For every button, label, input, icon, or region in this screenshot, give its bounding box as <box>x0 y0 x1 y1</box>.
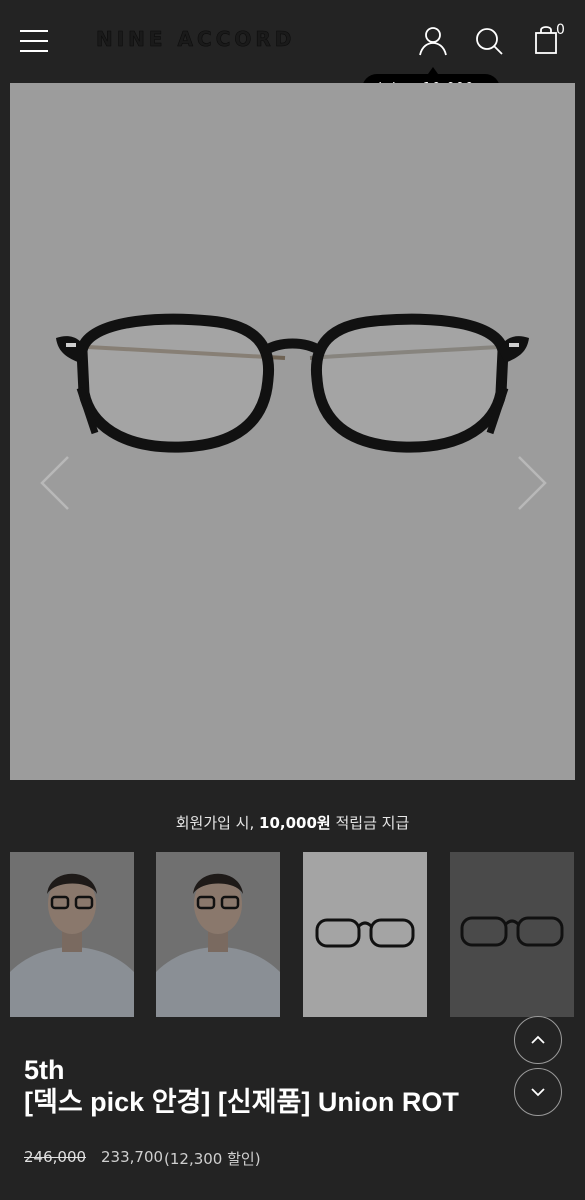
glasses-photo <box>315 918 415 948</box>
promo-suffix: 적립금 지급 <box>330 814 410 832</box>
next-image-arrow[interactable] <box>515 453 549 513</box>
brand-logo[interactable]: NINE ACCORD <box>96 27 295 52</box>
signup-promo-text: 회원가입 시, 10,000원 적립금 지급 <box>0 812 585 833</box>
glasses-image <box>56 313 529 453</box>
model-photo <box>10 852 134 1017</box>
thumbnail-glasses-dark[interactable] <box>450 852 574 1017</box>
thumbnail-glasses-light[interactable] <box>303 852 427 1017</box>
scroll-up-button[interactable] <box>514 1016 562 1064</box>
thumbnail-model-2[interactable] <box>156 852 280 1017</box>
scroll-down-button[interactable] <box>514 1068 562 1116</box>
product-title-line1: 5th <box>24 1055 65 1085</box>
product-title-line2: [덱스 pick 안경] [신제품] Union ROT <box>24 1087 459 1117</box>
user-icon[interactable] <box>416 24 450 58</box>
promo-prefix: 회원가입 시, <box>175 814 260 832</box>
model-photo <box>156 852 280 1017</box>
discount-amount: (12,300 할인) <box>164 1150 261 1168</box>
header: NINE ACCORD 0 <box>0 0 585 82</box>
tooltip-arrow <box>428 67 438 74</box>
thumbnail-model-1[interactable] <box>10 852 134 1017</box>
cart-count-badge: 0 <box>556 22 565 38</box>
search-icon[interactable] <box>472 24 506 58</box>
chevron-down-icon <box>531 1088 545 1097</box>
promo-amount: 10,000원 <box>259 814 331 832</box>
chevron-up-icon <box>531 1035 545 1044</box>
product-title: 5th [덱스 pick 안경] [신제품] Union ROT <box>24 1054 504 1118</box>
menu-icon[interactable] <box>20 28 50 54</box>
previous-image-arrow[interactable] <box>38 453 72 513</box>
glasses-photo <box>460 916 564 947</box>
sale-price: 233,700 <box>101 1148 164 1166</box>
product-main-image[interactable] <box>10 83 575 780</box>
original-price: 246,000 <box>24 1148 87 1166</box>
